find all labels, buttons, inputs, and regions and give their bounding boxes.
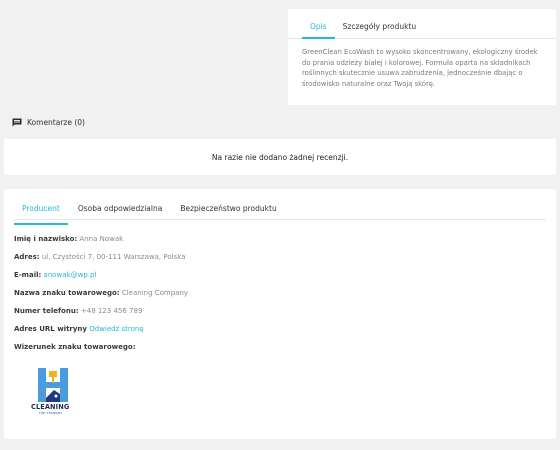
row-email: E-mail: anowak@wp.pl	[14, 266, 546, 284]
product-description-text: GreenClean EcoWash to wysoko skoncentrow…	[302, 48, 538, 88]
tab-producer[interactable]: Producent	[14, 203, 68, 225]
row-address: Adres: ul. Czystości 7, 00-111 Warszawa,…	[14, 248, 546, 266]
website-label: Adres URL witryny	[14, 325, 87, 333]
producer-tabs: Producent Osoba odpowiedzialna Bezpiecze…	[14, 203, 546, 225]
brand-label: Nazwa znaku towarowego:	[14, 289, 120, 297]
phone-value: +48 123 456 789	[80, 307, 143, 315]
row-website: Adres URL witryny Odwiedź stronę	[14, 320, 546, 338]
email-link[interactable]: anowak@wp.pl	[44, 271, 97, 279]
comments-heading: Komentarze (0)	[12, 118, 85, 127]
brand-logo: CLEANING THE COMPANY	[31, 368, 76, 418]
brand-image-label: Wizerunek znaku towarowego:	[14, 343, 136, 351]
comment-icon	[12, 118, 22, 127]
producer-card: Producent Osoba odpowiedzialna Bezpiecze…	[4, 189, 556, 439]
name-value: Anna Nowak	[79, 235, 124, 243]
description-tabs: Opis Szczegóły produktu	[288, 15, 556, 39]
row-brand-image: Wizerunek znaku towarowego:	[14, 338, 546, 356]
row-phone: Numer telefonu: +48 123 456 789	[14, 302, 546, 320]
tab-description[interactable]: Opis	[302, 15, 335, 39]
name-label: Imię i nazwisko:	[14, 235, 78, 243]
tab-responsible-person[interactable]: Osoba odpowiedzialna	[70, 203, 170, 219]
comments-title: Komentarze (0)	[27, 118, 85, 127]
description-card: Opis Szczegóły produktu GreenClean EcoWa…	[288, 9, 556, 105]
phone-label: Numer telefonu:	[14, 307, 79, 315]
address-label: Adres:	[14, 253, 40, 261]
logo-subtext: THE COMPANY	[39, 412, 63, 415]
no-reviews-message: Na razie nie dodano żadnej recenzji.	[211, 152, 349, 162]
row-name: Imię i nazwisko: Anna Nowak	[14, 230, 546, 248]
row-brand: Nazwa znaku towarowego: Cleaning Company	[14, 284, 546, 302]
logo-text: CLEANING	[31, 403, 70, 411]
tab-product-safety[interactable]: Bezpieczeństwo produktu	[172, 203, 284, 219]
no-reviews-box: Na razie nie dodano żadnej recenzji.	[4, 139, 556, 175]
website-link[interactable]: Odwiedź stronę	[89, 325, 143, 333]
address-value: ul. Czystości 7, 00-111 Warszawa, Polska	[41, 253, 186, 261]
brand-value: Cleaning Company	[121, 289, 189, 297]
email-label: E-mail:	[14, 271, 42, 279]
tab-product-details[interactable]: Szczegóły produktu	[335, 15, 425, 38]
producer-details: Imię i nazwisko: Anna Nowak Adres: ul. C…	[4, 220, 556, 356]
